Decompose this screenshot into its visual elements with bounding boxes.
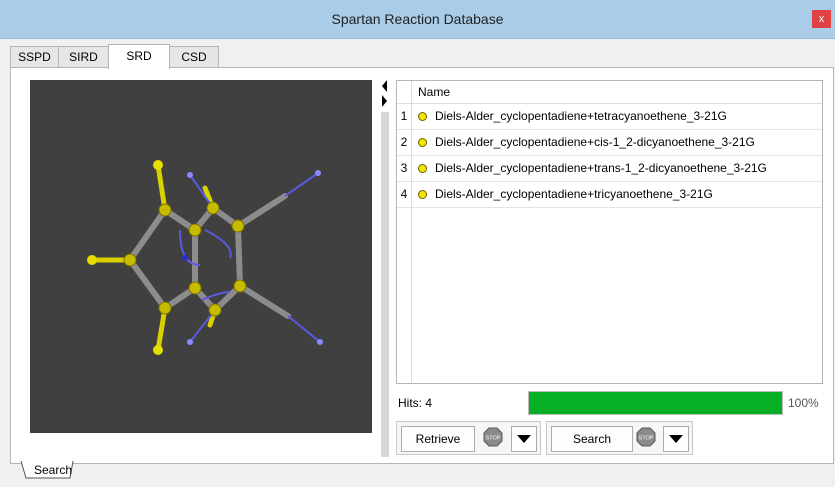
- search-group: Search STOP: [546, 421, 693, 455]
- title-bar: Spartan Reaction Database x: [0, 0, 835, 39]
- row-number: 1: [397, 104, 412, 129]
- stop-sign-icon[interactable]: STOP: [483, 427, 503, 447]
- search-button[interactable]: Search: [551, 426, 633, 452]
- reaction-name: Diels-Alder_cyclopentadiene+cis-1_2-dicy…: [435, 135, 755, 149]
- reaction-name: Diels-Alder_cyclopentadiene+tetracyanoet…: [435, 109, 727, 123]
- collapse-left-icon[interactable]: [382, 80, 387, 92]
- list-item[interactable]: 4 Diels-Alder_cyclopentadiene+tricyanoet…: [397, 182, 822, 208]
- row-number: 3: [397, 156, 412, 181]
- hits-count: Hits: 4: [398, 396, 433, 410]
- tab-sspd[interactable]: SSPD: [10, 46, 59, 67]
- collapse-right-icon[interactable]: [382, 95, 387, 107]
- tab-sird[interactable]: SIRD: [58, 46, 109, 67]
- stop-text: STOP: [486, 436, 501, 442]
- column-header-name[interactable]: Name: [418, 81, 450, 103]
- list-header: Name: [397, 81, 822, 104]
- tab-srd[interactable]: SRD: [108, 44, 170, 69]
- chevron-down-icon: [669, 435, 683, 443]
- stop-text: STOP: [639, 436, 654, 442]
- search-dropdown[interactable]: [663, 426, 689, 452]
- molecule-3d-icon: [87, 160, 323, 355]
- tab-search[interactable]: Search: [20, 461, 74, 480]
- chevron-down-icon: [517, 435, 531, 443]
- reaction-name: Diels-Alder_cyclopentadiene+trans-1_2-di…: [435, 161, 767, 175]
- reaction-name: Diels-Alder_cyclopentadiene+tricyanoethe…: [435, 187, 713, 201]
- molecule-viewer[interactable]: [30, 80, 372, 433]
- list-item[interactable]: 3 Diels-Alder_cyclopentadiene+trans-1_2-…: [397, 156, 822, 182]
- retrieve-group: Retrieve STOP: [396, 421, 541, 455]
- bottom-tab-label: Search: [34, 463, 73, 477]
- window-title: Spartan Reaction Database: [331, 11, 504, 27]
- row-number-gutter: [397, 204, 412, 382]
- status-dot-icon: [418, 138, 427, 147]
- panel-splitter[interactable]: [380, 80, 392, 460]
- status-dot-icon: [418, 190, 427, 199]
- results-list[interactable]: Name 1 Diels-Alder_cyclopentadiene+tetra…: [396, 80, 823, 384]
- progress-percent: 100%: [788, 396, 819, 410]
- retrieve-dropdown[interactable]: [511, 426, 537, 452]
- stop-sign-icon[interactable]: STOP: [636, 427, 656, 447]
- list-item[interactable]: 2 Diels-Alder_cyclopentadiene+cis-1_2-di…: [397, 130, 822, 156]
- tab-csd[interactable]: CSD: [169, 46, 219, 67]
- progress-fill: [529, 392, 782, 414]
- splitter-bar[interactable]: [381, 112, 389, 457]
- status-dot-icon: [418, 164, 427, 173]
- retrieve-button[interactable]: Retrieve: [401, 426, 475, 452]
- status-dot-icon: [418, 112, 427, 121]
- progress-bar: [528, 391, 783, 415]
- close-button[interactable]: x: [812, 10, 831, 28]
- row-number-column: [397, 81, 412, 103]
- row-number: 2: [397, 130, 412, 155]
- list-item[interactable]: 1 Diels-Alder_cyclopentadiene+tetracyano…: [397, 104, 822, 130]
